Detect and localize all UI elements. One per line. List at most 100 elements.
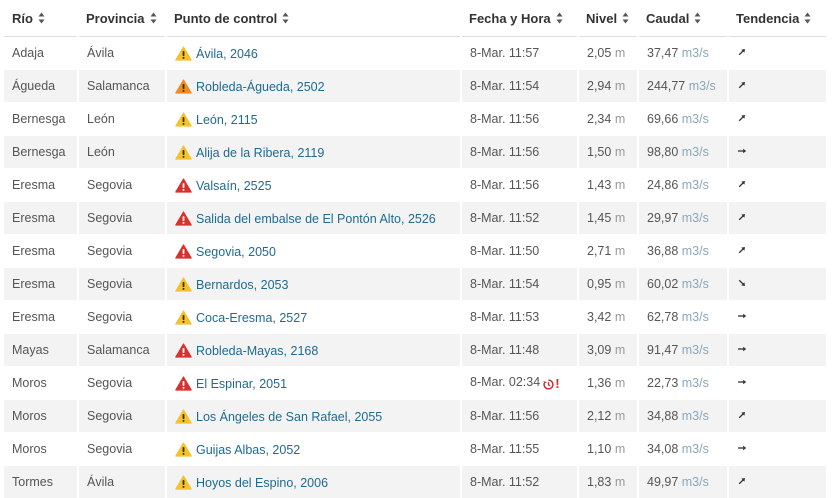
- table-row: BernesgaLeónLeón, 21158-Mar. 11:562,34 m…: [4, 103, 826, 136]
- caudal-unit: m3/s: [682, 442, 709, 456]
- cell-tendencia: [728, 334, 826, 367]
- cell-provincia: Segovia: [78, 202, 166, 235]
- station-link[interactable]: Hoyos del Espino, 2006: [196, 476, 328, 490]
- cell-nivel: 1,45 m: [578, 202, 638, 235]
- station-link[interactable]: León, 2115: [196, 113, 258, 127]
- station-link[interactable]: El Espinar, 2051: [196, 377, 287, 391]
- cell-caudal: 244,77 m3/s: [638, 70, 728, 103]
- column-header-caudal[interactable]: Caudal: [638, 0, 728, 37]
- nivel-value: 2,71: [587, 244, 611, 258]
- warning-triangle-icon: [175, 46, 192, 61]
- column-header-punto[interactable]: Punto de control: [166, 0, 461, 37]
- table-row: EresmaSegoviaBernardos, 20538-Mar. 11:54…: [4, 268, 826, 301]
- cell-fecha: 8-Mar. 11:54: [461, 268, 578, 301]
- caudal-unit: m3/s: [682, 244, 709, 258]
- cell-fecha-text: 8-Mar. 11:56: [470, 145, 539, 159]
- station-link[interactable]: Guijas Albas, 2052: [196, 443, 300, 457]
- caudal-value: 69,66: [647, 112, 678, 126]
- cell-fecha-text: 8-Mar. 11:57: [470, 46, 539, 60]
- caudal-value: 244,77: [647, 79, 685, 93]
- station-link[interactable]: Robleda-Mayas, 2168: [196, 344, 318, 358]
- cell-caudal: 29,97 m3/s: [638, 202, 728, 235]
- cell-tendencia: [728, 400, 826, 433]
- cell-provincia: Segovia: [78, 169, 166, 202]
- sort-icon[interactable]: [282, 12, 289, 24]
- trend-arrow-icon: [737, 245, 747, 255]
- cell-punto: Alija de la Ribera, 2119: [166, 136, 461, 169]
- caudal-unit: m3/s: [682, 409, 709, 423]
- caudal-unit: m3/s: [682, 112, 709, 126]
- table-body: AdajaÁvilaÁvila, 20468-Mar. 11:572,05 m3…: [4, 37, 826, 498]
- caudal-value: 49,97: [647, 475, 678, 489]
- station-link[interactable]: Segovia, 2050: [196, 245, 276, 259]
- caudal-value: 62,78: [647, 310, 678, 324]
- station-link[interactable]: Robleda-Águeda, 2502: [196, 80, 325, 94]
- warning-triangle-icon: [175, 376, 192, 391]
- column-header-tendencia[interactable]: Tendencia: [728, 0, 826, 37]
- cell-nivel: 2,12 m: [578, 400, 638, 433]
- cell-tendencia: [728, 433, 826, 466]
- station-link[interactable]: Alija de la Ribera, 2119: [196, 146, 324, 160]
- cell-tendencia: [728, 202, 826, 235]
- station-link[interactable]: Coca-Eresma, 2527: [196, 311, 307, 325]
- sort-icon[interactable]: [150, 12, 157, 24]
- cell-rio: Tormes: [4, 466, 78, 498]
- nivel-value: 1,43: [587, 178, 611, 192]
- cell-fecha: 8-Mar. 11:56: [461, 103, 578, 136]
- cell-nivel: 3,42 m: [578, 301, 638, 334]
- cell-punto: Robleda-Mayas, 2168: [166, 334, 461, 367]
- station-link[interactable]: Ávila, 2046: [196, 47, 258, 61]
- caudal-value: 22,73: [647, 376, 678, 390]
- nivel-value: 2,12: [587, 409, 611, 423]
- warning-triangle-icon: [175, 145, 192, 160]
- cell-fecha: 8-Mar. 11:57: [461, 37, 578, 70]
- cell-fecha: 8-Mar. 11:56: [461, 136, 578, 169]
- river-gauges-table: Río Provincia Punto de control Fecha y H…: [4, 0, 826, 498]
- nivel-unit: m: [615, 244, 625, 258]
- cell-fecha-text: 8-Mar. 02:34: [470, 375, 540, 389]
- cell-caudal: 34,88 m3/s: [638, 400, 728, 433]
- cell-punto: Coca-Eresma, 2527: [166, 301, 461, 334]
- trend-arrow-icon: [737, 443, 747, 453]
- cell-nivel: 1,83 m: [578, 466, 638, 498]
- station-link[interactable]: Los Ángeles de San Rafael, 2055: [196, 410, 382, 424]
- column-header-provincia-label: Provincia: [86, 11, 145, 26]
- caudal-value: 60,02: [647, 277, 678, 291]
- station-link[interactable]: Valsaín, 2525: [196, 179, 272, 193]
- cell-tendencia: [728, 37, 826, 70]
- cell-rio: Moros: [4, 433, 78, 466]
- column-header-fecha[interactable]: Fecha y Hora: [461, 0, 578, 37]
- column-header-provincia[interactable]: Provincia: [78, 0, 166, 37]
- station-link[interactable]: Bernardos, 2053: [196, 278, 288, 292]
- cell-nivel: 3,09 m: [578, 334, 638, 367]
- trend-arrow-icon: [737, 344, 747, 354]
- trend-arrow-icon: [737, 410, 747, 420]
- sort-icon[interactable]: [804, 12, 811, 24]
- nivel-value: 1,50: [587, 145, 611, 159]
- nivel-unit: m: [615, 343, 625, 357]
- nivel-unit: m: [615, 475, 625, 489]
- sort-icon[interactable]: [38, 12, 45, 24]
- sort-icon[interactable]: [694, 12, 701, 24]
- column-header-rio[interactable]: Río: [4, 0, 78, 37]
- sort-icon[interactable]: [556, 12, 563, 24]
- trend-arrow-icon: [737, 278, 747, 288]
- caudal-unit: m3/s: [682, 475, 709, 489]
- cell-provincia: Segovia: [78, 400, 166, 433]
- cell-punto: El Espinar, 2051: [166, 367, 461, 400]
- cell-fecha-text: 8-Mar. 11:56: [470, 112, 539, 126]
- warning-triangle-icon: [175, 277, 192, 292]
- nivel-unit: m: [615, 46, 625, 60]
- cell-fecha-text: 8-Mar. 11:53: [470, 310, 539, 324]
- cell-caudal: 22,73 m3/s: [638, 367, 728, 400]
- column-header-nivel[interactable]: Nivel: [578, 0, 638, 37]
- table-row: MorosSegoviaGuijas Albas, 20528-Mar. 11:…: [4, 433, 826, 466]
- table-row: BernesgaLeónAlija de la Ribera, 21198-Ma…: [4, 136, 826, 169]
- station-link[interactable]: Salida del embalse de El Pontón Alto, 25…: [196, 212, 436, 226]
- cell-punto: Ávila, 2046: [166, 37, 461, 70]
- cell-caudal: 24,86 m3/s: [638, 169, 728, 202]
- sort-icon[interactable]: [622, 12, 629, 24]
- cell-rio: Eresma: [4, 169, 78, 202]
- cell-nivel: 1,10 m: [578, 433, 638, 466]
- nivel-unit: m: [615, 310, 625, 324]
